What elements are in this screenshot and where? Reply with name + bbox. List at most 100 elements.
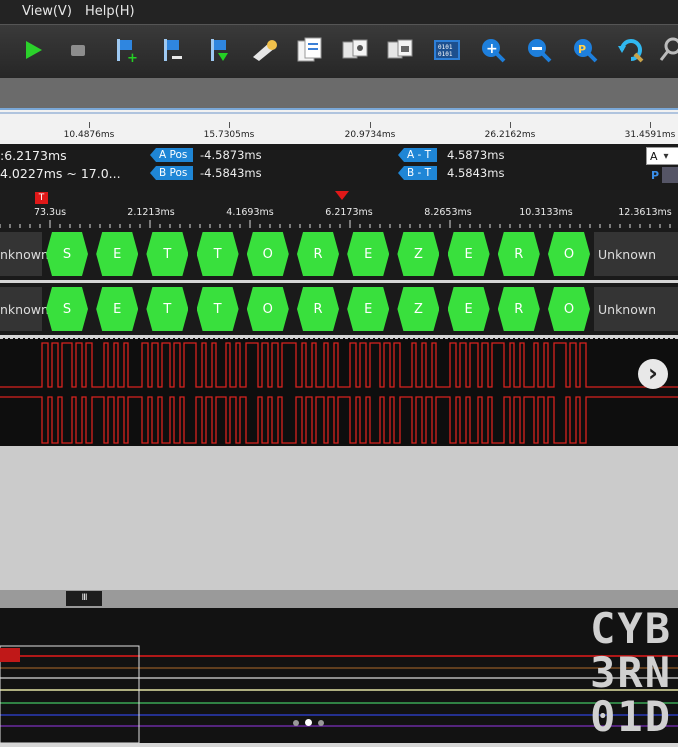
decode-char-6[interactable]: E: [347, 287, 389, 331]
stop-button[interactable]: [62, 34, 94, 66]
b-pos-tag[interactable]: B Pos: [150, 166, 194, 180]
page-dot-active[interactable]: [305, 719, 312, 726]
overview-tick: 10.4876ms: [63, 130, 115, 140]
zoom-fit-icon: P: [574, 39, 598, 63]
decode-char-3[interactable]: T: [197, 232, 239, 276]
a-t-tag[interactable]: A - T: [398, 148, 438, 162]
time-ruler[interactable]: T 73.3us 2.1213ms 4.1693ms 6.2173ms 8.26…: [0, 190, 678, 228]
overview-ruler[interactable]: 10.4876ms 15.7305ms 20.9734ms 26.2162ms …: [0, 108, 678, 146]
decode-char-2[interactable]: T: [146, 232, 188, 276]
current-time: :6.2173ms: [0, 148, 67, 163]
p-label: P: [651, 169, 660, 182]
decode-unknown-right: Unknown: [594, 287, 678, 331]
documents-button[interactable]: [294, 34, 326, 66]
decode-char-1[interactable]: E: [96, 232, 138, 276]
search-icon: [659, 37, 678, 61]
decode-char-4[interactable]: O: [247, 232, 289, 276]
decode-char-0[interactable]: S: [46, 287, 88, 331]
trigger-marker[interactable]: T: [35, 192, 48, 204]
decode-char-9[interactable]: R: [498, 287, 540, 331]
svg-text:0101: 0101: [438, 44, 453, 51]
decode-char-4[interactable]: O: [247, 287, 289, 331]
play-button[interactable]: [17, 34, 49, 66]
b-t-tag[interactable]: B - T: [398, 166, 438, 180]
add-channel-button[interactable]: +: [109, 34, 141, 66]
decode-char-5[interactable]: R: [297, 287, 339, 331]
refresh-icon: [618, 39, 644, 63]
add-channel-icon: +: [117, 39, 138, 64]
decode-char-7[interactable]: Z: [397, 232, 439, 276]
a-pos-tag[interactable]: A Pos: [150, 148, 194, 162]
ruler-label: 4.1693ms: [226, 207, 274, 218]
flashlight-icon: [253, 40, 277, 61]
play-icon: [26, 41, 42, 59]
horizontal-scrollbar[interactable]: III: [0, 590, 678, 608]
overview-tick: 26.2162ms: [484, 130, 536, 140]
menu-view[interactable]: View(V): [22, 4, 72, 19]
zoom-out-icon: [528, 39, 552, 63]
decode-unknown-right: Unknown: [594, 232, 678, 276]
page-dot[interactable]: [293, 720, 299, 726]
ruler-label: 12.3613ms: [618, 207, 672, 218]
remove-channel-button[interactable]: [156, 34, 188, 66]
minimap[interactable]: CYB 3RN 01D: [0, 604, 678, 744]
cursor-info-panel: :6.2173ms 4.0227ms ~ 17.0... A Pos -4.58…: [0, 144, 678, 190]
decode-char-7[interactable]: Z: [397, 287, 439, 331]
ruler-label: 8.2653ms: [424, 207, 472, 218]
flashlight-button[interactable]: [248, 34, 280, 66]
cursor-marker-icon[interactable]: [335, 191, 349, 200]
time-range: 4.0227ms ~ 17.0...: [0, 166, 121, 181]
zoom-fit-button[interactable]: P: [569, 34, 601, 66]
toolbar: + 0101 0101 + P: [0, 24, 678, 79]
ruler-label: 10.3133ms: [519, 207, 573, 218]
svg-text:P: P: [578, 43, 586, 56]
search-button[interactable]: [655, 34, 678, 66]
decode-char-2[interactable]: T: [146, 287, 188, 331]
decode-row-2[interactable]: nknown SETTOREZERO Unknown: [0, 283, 678, 335]
decode-char-3[interactable]: T: [197, 287, 239, 331]
minimap-lines: [0, 645, 678, 744]
next-arrow-button[interactable]: ›: [638, 359, 668, 389]
decode-char-5[interactable]: R: [297, 232, 339, 276]
decode-char-10[interactable]: O: [548, 287, 590, 331]
binary-display-button[interactable]: 0101 0101: [431, 34, 463, 66]
zoom-in-icon: +: [482, 39, 506, 63]
zoom-out-button[interactable]: [523, 34, 555, 66]
scrollbar-handle[interactable]: III: [66, 591, 102, 606]
stop-icon: [71, 45, 85, 56]
overview-tick: 20.9734ms: [344, 130, 396, 140]
download-channel-button[interactable]: [203, 34, 235, 66]
svg-text:+: +: [127, 51, 138, 64]
ruler-label: 73.3us: [33, 207, 67, 218]
overview-tick: 31.4591ms: [624, 130, 676, 140]
watermark-logo: CYB 3RN 01D: [590, 604, 672, 741]
decode-row-1[interactable]: nknown SETTOREZERO Unknown: [0, 228, 678, 280]
decode-char-8[interactable]: E: [448, 287, 490, 331]
copy-button[interactable]: [340, 34, 372, 66]
menu-help[interactable]: Help(H): [85, 4, 135, 19]
waveform-area[interactable]: ›: [0, 338, 678, 447]
paste-button[interactable]: [385, 34, 417, 66]
overview-tick: 15.7305ms: [203, 130, 255, 140]
svg-text:+: +: [486, 41, 498, 57]
decode-char-10[interactable]: O: [548, 232, 590, 276]
a-t-value: 4.5873ms: [447, 148, 505, 162]
page-dot[interactable]: [318, 720, 324, 726]
channel-select[interactable]: A ▾: [646, 147, 678, 165]
binary-display-icon: 01010101: [434, 40, 460, 60]
chevron-down-icon: ▾: [663, 150, 669, 162]
documents-icon: [297, 37, 322, 62]
decode-char-1[interactable]: E: [96, 287, 138, 331]
channel-select-value: A: [650, 149, 658, 163]
zoom-in-button[interactable]: +: [477, 34, 509, 66]
paste-icon: [387, 39, 413, 59]
p-toggle[interactable]: [662, 167, 678, 183]
toolbar-spacer: [0, 78, 678, 108]
decode-char-6[interactable]: E: [347, 232, 389, 276]
svg-text:0101: 0101: [438, 51, 453, 58]
decode-char-9[interactable]: R: [498, 232, 540, 276]
decode-char-0[interactable]: S: [46, 232, 88, 276]
refresh-button[interactable]: [615, 34, 647, 66]
a-pos-value: -4.5873ms: [200, 148, 262, 162]
decode-char-8[interactable]: E: [448, 232, 490, 276]
